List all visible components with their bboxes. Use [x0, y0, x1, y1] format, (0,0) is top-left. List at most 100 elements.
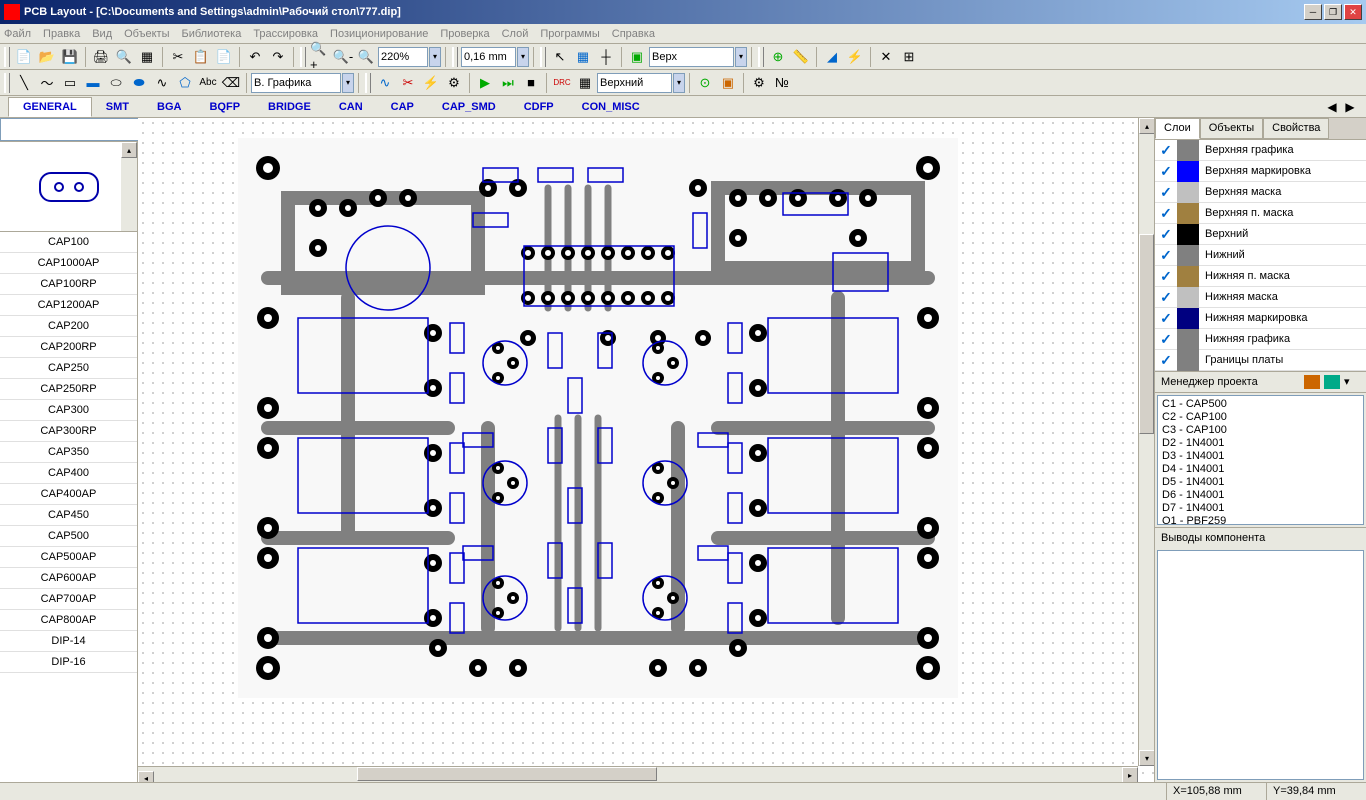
lib-tab-cap[interactable]: CAP [377, 98, 428, 116]
project-item[interactable]: D5 - 1N4001 [1160, 476, 1361, 489]
linewidth-combo[interactable] [461, 47, 516, 67]
layer-check-icon[interactable]: ✓ [1155, 161, 1177, 182]
component-item[interactable]: CAP800AP [0, 610, 137, 631]
layer-color-swatch[interactable] [1177, 308, 1199, 329]
layer-row[interactable]: ✓Границы платы [1155, 350, 1366, 371]
menu-routing[interactable]: Трассировка [253, 28, 318, 40]
save-button[interactable]: 💾 [59, 46, 81, 68]
layer-color-swatch[interactable] [1177, 224, 1199, 245]
component-item[interactable]: CAP200 [0, 316, 137, 337]
step-button[interactable]: ⏭ [497, 72, 519, 94]
layer-row[interactable]: ✓Нижняя п. маска [1155, 266, 1366, 287]
project-item[interactable]: C3 - CAP100 [1160, 424, 1361, 437]
pins-list[interactable] [1157, 550, 1364, 780]
text-button[interactable]: Abc [197, 72, 219, 94]
layer-color-swatch[interactable] [1177, 266, 1199, 287]
component-item[interactable]: CAP1000AP [0, 253, 137, 274]
project-item[interactable]: Q1 - PBF259 [1160, 515, 1361, 525]
zoom-dropdown[interactable]: ▾ [429, 47, 441, 67]
origin-set-button[interactable]: ⊕ [767, 46, 789, 68]
component-item[interactable]: CAP300RP [0, 421, 137, 442]
component-item[interactable]: CAP700AP [0, 589, 137, 610]
menu-check[interactable]: Проверка [440, 28, 489, 40]
component-list[interactable]: CAP100CAP1000APCAP100RPCAP1200APCAP200 CA… [0, 232, 137, 782]
layer-row[interactable]: ✓Нижняя графика [1155, 329, 1366, 350]
via-button[interactable]: ⊙ [694, 72, 716, 94]
lib-tab-conmisc[interactable]: CON_MISC [568, 98, 654, 116]
graphics-combo[interactable] [251, 73, 341, 93]
layer-row[interactable]: ✓Верхняя п. маска [1155, 203, 1366, 224]
table-button[interactable]: ⊞ [898, 46, 920, 68]
layer-color-swatch[interactable] [1177, 203, 1199, 224]
lib-tab-can[interactable]: CAN [325, 98, 377, 116]
component-item[interactable]: CAP100RP [0, 274, 137, 295]
project-item[interactable]: D4 - 1N4001 [1160, 463, 1361, 476]
toolbar-grip[interactable] [4, 47, 10, 67]
lib-tab-bqfp[interactable]: BQFP [195, 98, 254, 116]
layer-color-swatch[interactable] [1177, 161, 1199, 182]
side-combo[interactable] [597, 73, 672, 93]
preview-button[interactable]: 🔍 [113, 46, 135, 68]
scroll-down-icon[interactable]: ▾ [1139, 750, 1154, 766]
layer-row[interactable]: ✓Верхняя графика [1155, 140, 1366, 161]
layer-check-icon[interactable]: ✓ [1155, 350, 1177, 371]
canvas-scroll-v[interactable]: ▴ ▾ [1138, 118, 1154, 766]
zoom-fit-button[interactable]: 🔍 [355, 46, 377, 68]
run-button[interactable]: ▶ [474, 72, 496, 94]
component-item[interactable]: CAP500AP [0, 547, 137, 568]
toolbar-grip[interactable] [540, 47, 546, 67]
lib-tab-bridge[interactable]: BRIDGE [254, 98, 325, 116]
layer-color-swatch[interactable] [1177, 329, 1199, 350]
minimize-button[interactable]: ─ [1304, 4, 1322, 20]
graphics-dropdown[interactable]: ▾ [342, 73, 354, 93]
lib-tab-smt[interactable]: SMT [92, 98, 143, 116]
component-item[interactable]: CAP100 [0, 232, 137, 253]
redo-button[interactable]: ↷ [267, 46, 289, 68]
canvas-scroll-h[interactable]: ◂ ▸ [138, 766, 1138, 782]
layer-check-icon[interactable]: ✓ [1155, 203, 1177, 224]
layer-check-icon[interactable]: ✓ [1155, 224, 1177, 245]
layer-row[interactable]: ✓Нижняя маркировка [1155, 308, 1366, 329]
polyline-button[interactable]: 〜 [36, 72, 58, 94]
component-button[interactable]: ⚙ [748, 72, 770, 94]
layer-dropdown[interactable]: ▾ [735, 47, 747, 67]
component-item[interactable]: CAP450 [0, 505, 137, 526]
lib-tab-general[interactable]: GENERAL [8, 97, 92, 117]
lib-prev-button[interactable]: ◀ [1324, 99, 1340, 115]
drc-check-button[interactable]: DRC [551, 72, 573, 94]
proj-chip-icon[interactable] [1324, 375, 1340, 389]
menu-help[interactable]: Справка [612, 28, 655, 40]
component-item[interactable]: CAP400 [0, 463, 137, 484]
side-dropdown[interactable]: ▾ [673, 73, 685, 93]
menu-file[interactable]: Файл [4, 28, 31, 40]
zoom-combo[interactable] [378, 47, 428, 67]
lib-tab-cdfp[interactable]: CDFP [510, 98, 568, 116]
toolbar-grip[interactable] [300, 47, 306, 67]
scroll-up-icon[interactable]: ▴ [1139, 118, 1154, 134]
component-search-input[interactable] [0, 118, 148, 141]
component-item[interactable]: CAP400AP [0, 484, 137, 505]
component-item[interactable]: CAP1200AP [0, 295, 137, 316]
toolbar-grip[interactable] [365, 73, 371, 93]
pad-button[interactable]: ▣ [717, 72, 739, 94]
scroll-right-icon[interactable]: ▸ [1122, 767, 1138, 782]
layer-check-icon[interactable]: ✓ [1155, 329, 1177, 350]
layer-contrast-button[interactable]: ▣ [626, 46, 648, 68]
toolbar-grip[interactable] [4, 73, 10, 93]
project-item[interactable]: C1 - CAP500 [1160, 398, 1361, 411]
lib-next-button[interactable]: ▶ [1342, 99, 1358, 115]
menu-view[interactable]: Вид [92, 28, 112, 40]
project-item[interactable]: D3 - 1N4001 [1160, 450, 1361, 463]
print-button[interactable]: 🖨 [90, 46, 112, 68]
lib-tab-capsmd[interactable]: CAP_SMD [428, 98, 510, 116]
grid-button[interactable]: ▦ [572, 46, 594, 68]
polygon-button[interactable]: ⬠ [174, 72, 196, 94]
layer-check-icon[interactable]: ✓ [1155, 140, 1177, 161]
menu-programs[interactable]: Программы [540, 28, 599, 40]
net-check-button[interactable]: ⚡ [844, 46, 866, 68]
project-item[interactable]: D6 - 1N4001 [1160, 489, 1361, 502]
layer-color-swatch[interactable] [1177, 182, 1199, 203]
route-setup-button[interactable]: ⚙ [443, 72, 465, 94]
project-item[interactable]: C2 - CAP100 [1160, 411, 1361, 424]
tab-properties[interactable]: Свойства [1263, 118, 1329, 139]
